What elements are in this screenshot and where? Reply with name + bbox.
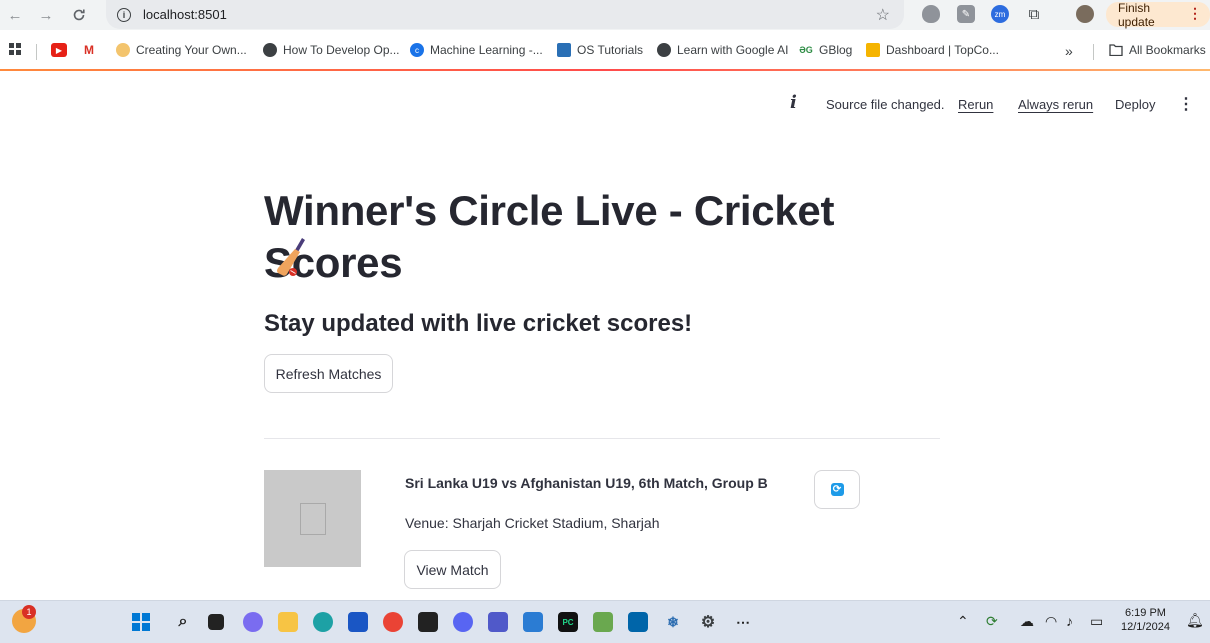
notepad-icon[interactable]: [523, 612, 543, 632]
bookmarks-bar: ▶ M Creating Your Own... How To Develop …: [0, 36, 1210, 66]
bookmark-os-tutorials[interactable]: OS Tutorials: [557, 43, 643, 57]
match-thumbnail-placeholder: [264, 470, 361, 567]
vscode-icon[interactable]: [628, 612, 648, 632]
bookmark-favicon-icon: c: [410, 43, 424, 57]
address-bar-url: localhost:8501: [143, 7, 227, 22]
view-match-button[interactable]: View Match: [404, 550, 501, 589]
cricket-bat-icon: [277, 238, 305, 276]
match-title: Sri Lanka U19 vs Afghanistan U19, 6th Ma…: [405, 475, 768, 491]
bookmark-favicon-icon: [116, 43, 130, 57]
microsoft-store-icon[interactable]: [348, 612, 368, 632]
back-arrow-icon[interactable]: ←: [3, 3, 27, 27]
clock-time: 6:19 PM: [1124, 607, 1166, 619]
bookmark-label: GBlog: [819, 43, 853, 57]
clock-date: 12/1/2024: [1121, 621, 1170, 633]
globe-icon: [657, 43, 671, 57]
streamlit-decoration-bar: [0, 69, 1210, 71]
zoom-extension-icon[interactable]: zm: [991, 5, 1009, 23]
address-bar[interactable]: i localhost:8501 ☆: [106, 0, 904, 29]
bookmark-machine-learning[interactable]: c Machine Learning -...: [410, 43, 543, 57]
all-bookmarks-button[interactable]: All Bookmarks: [1109, 43, 1206, 57]
info-icon: i: [790, 92, 797, 113]
copilot-icon[interactable]: [243, 612, 263, 632]
page-title: Winner's Circle Live - Cricket Scores: [264, 187, 835, 286]
pycharm-icon[interactable]: PC: [558, 612, 578, 632]
main-menu-icon[interactable]: ⋮: [1178, 94, 1194, 114]
youtube-icon[interactable]: ▶: [51, 43, 67, 57]
page-subtitle: Stay updated with live cricket scores!: [264, 310, 693, 337]
volume-icon[interactable]: ♪: [1066, 613, 1073, 629]
finish-update-label: Finish update: [1118, 0, 1155, 29]
more-apps-icon[interactable]: ⋯: [733, 612, 753, 632]
bookmark-label: OS Tutorials: [577, 43, 644, 57]
image-placeholder-icon: [299, 502, 326, 535]
apps-grid-icon[interactable]: [9, 43, 21, 55]
bookmark-how-to-develop[interactable]: How To Develop Op...: [263, 43, 400, 57]
notification-bell-icon[interactable]: 🔔︎: [1186, 612, 1204, 629]
notification-badge: 1: [22, 605, 36, 619]
bookmark-gblog[interactable]: ƏG GBlog: [799, 43, 852, 57]
reload-icon[interactable]: [67, 3, 91, 27]
bookmark-star-icon[interactable]: ☆: [876, 5, 890, 25]
bookmark-label: Machine Learning -...: [430, 43, 543, 57]
paint-icon[interactable]: [593, 612, 613, 632]
discord-icon[interactable]: [453, 612, 473, 632]
terminal-icon[interactable]: [418, 612, 438, 632]
cloud-tray-icon[interactable]: ☁: [1020, 613, 1034, 630]
rerun-button[interactable]: Rerun: [958, 97, 993, 112]
snowflake-app-icon[interactable]: ❄: [663, 612, 683, 632]
sync-tray-icon[interactable]: ⟳: [986, 613, 998, 630]
globe-icon: [263, 43, 277, 57]
edge-browser-icon[interactable]: [313, 612, 333, 632]
bookmark-label: How To Develop Op...: [283, 43, 400, 57]
windows-taskbar: 1 ⌕ PC ❄ ⚙ ⋯ ⌃ ⟳ ☁ ◠ ♪ ▭ 6:19 PM 12/1/20…: [0, 600, 1210, 643]
search-icon[interactable]: ⌕: [173, 612, 193, 632]
wifi-icon[interactable]: ◠: [1045, 613, 1057, 630]
overflow-chevron-icon: »: [1065, 43, 1073, 59]
match-venue: Venue: Sharjah Cricket Stadium, Sharjah: [405, 515, 660, 531]
kebab-menu-icon: ⋮: [1188, 5, 1202, 21]
streamlit-header: i Source file changed. Rerun Always reru…: [0, 88, 1210, 122]
geeksforgeeks-icon: ƏG: [799, 45, 813, 55]
bookmark-creating-your-own[interactable]: Creating Your Own...: [116, 43, 247, 57]
deploy-button[interactable]: Deploy: [1115, 97, 1155, 112]
task-view-icon[interactable]: [208, 614, 224, 630]
show-hidden-icons-chevron-icon[interactable]: ⌃: [957, 613, 969, 630]
windows-start-icon[interactable]: [131, 612, 151, 632]
system-clock[interactable]: 6:19 PM 12/1/2024: [1121, 606, 1170, 634]
browser-toolbar: ← → i localhost:8501 ☆ ✎ zm ⧉ Finish upd…: [0, 0, 1210, 30]
refresh-match-button[interactable]: ⟳: [814, 470, 860, 509]
shield-extension-icon[interactable]: [922, 5, 940, 23]
always-rerun-button[interactable]: Always rerun: [1018, 97, 1093, 112]
bookmark-favicon-icon: [557, 43, 571, 57]
bookmark-label: Learn with Google AI: [677, 43, 789, 57]
status-text: Source file changed.: [826, 97, 945, 112]
bookmark-separator: [1093, 44, 1094, 60]
bookmark-dashboard-topco[interactable]: Dashboard | TopCo...: [866, 43, 999, 57]
file-explorer-icon[interactable]: [278, 612, 298, 632]
bookmark-label: Dashboard | TopCo...: [886, 43, 999, 57]
edit-extension-icon[interactable]: ✎: [957, 5, 975, 23]
folder-outline-icon: [1109, 44, 1123, 56]
profile-avatar-icon[interactable]: [1076, 5, 1094, 23]
folder-icon: [866, 43, 880, 57]
all-bookmarks-label: All Bookmarks: [1129, 43, 1206, 57]
chrome-browser-icon[interactable]: [383, 612, 403, 632]
site-info-icon[interactable]: i: [117, 7, 131, 22]
bookmark-label: Creating Your Own...: [136, 43, 247, 57]
gmail-icon[interactable]: M: [82, 43, 96, 57]
extensions-puzzle-icon[interactable]: ⧉: [1025, 5, 1043, 23]
finish-update-button[interactable]: Finish update ⋮: [1106, 0, 1210, 29]
refresh-matches-button[interactable]: Refresh Matches: [264, 354, 393, 393]
settings-gear-icon[interactable]: ⚙: [698, 612, 718, 632]
forward-arrow-icon[interactable]: →: [34, 3, 58, 27]
bookmark-learn-google-ai[interactable]: Learn with Google AI: [657, 43, 788, 57]
bookmark-separator: [36, 44, 37, 60]
refresh-icon: ⟳: [830, 483, 844, 496]
teams-icon[interactable]: [488, 612, 508, 632]
bookmarks-overflow-button[interactable]: »: [1065, 43, 1073, 59]
section-divider: [264, 438, 940, 439]
battery-icon[interactable]: ▭: [1090, 613, 1103, 630]
